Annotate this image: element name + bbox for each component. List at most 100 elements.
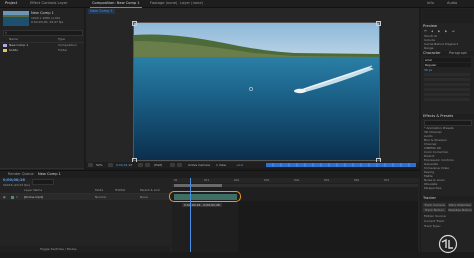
project-item-name: Solids	[9, 48, 18, 52]
font-family-select[interactable]: Arial	[424, 58, 471, 62]
column-type[interactable]: Type	[58, 37, 65, 41]
time-ruler[interactable]: 0s 01s 02s 03s 04s 05s 06s 07s	[172, 178, 418, 183]
project-panel: New Comp 1 1920 x 1080 (1.00) 0;00;20;00…	[0, 8, 84, 175]
time-graph: 0s 01s 02s 03s 04s 05s 06s 07s 0;00;00;1…	[169, 178, 418, 252]
transparency-grid-icon[interactable]	[177, 163, 182, 167]
tab-composition[interactable]: Composition: New Comp 1	[90, 1, 142, 8]
font-size-value[interactable]: 36 px	[424, 68, 432, 72]
tab-project[interactable]: Project	[3, 1, 19, 7]
playback-controls: ⏮ ◀ ▶ ▶ ⏭	[424, 29, 472, 33]
fit-icon[interactable]	[108, 163, 113, 167]
ruler-tick: 06s	[354, 178, 360, 182]
snapshot-icon[interactable]	[138, 163, 143, 167]
visibility-icon[interactable]: ◉	[3, 195, 6, 199]
motion-source-label: Motion Source:	[424, 214, 447, 218]
column-trkmat[interactable]: TrkMat	[115, 188, 125, 192]
track-camera-button[interactable]: Track Camera	[423, 203, 446, 207]
always-preview-icon[interactable]	[88, 163, 93, 167]
region-of-interest-icon[interactable]	[170, 163, 175, 167]
timeline-panel: 0;00;00;16 00016 (29.97 fps) Layer Name …	[0, 178, 420, 252]
top-tab-strip: Project Effect Controls Layer Compositio…	[0, 0, 474, 8]
paragraph-title[interactable]: Paragraph	[449, 51, 467, 56]
ruler-tick: 05s	[324, 178, 330, 182]
layer-label-color[interactable]	[11, 196, 14, 199]
font-style-select[interactable]: Regular	[424, 63, 471, 67]
toggle-switches-modes[interactable]: Toggle Switches / Modes	[40, 247, 77, 251]
column-name[interactable]: Name	[9, 37, 18, 41]
viewer-toolbar: 50% 0;00;01;28 (Half) Active Camera 1 Vi…	[86, 162, 419, 168]
current-track-label: Current Track:	[424, 219, 446, 223]
project-item-type: Folder	[58, 48, 68, 52]
effects-header: Effects & Presets	[421, 114, 474, 119]
tab-effect-controls[interactable]: Effect Controls Layer	[28, 1, 70, 7]
tab-footage[interactable]: Footage (none)	[148, 1, 179, 7]
project-thumbnail	[3, 11, 29, 26]
play-icon[interactable]: ▶	[438, 29, 440, 33]
ruler-tick: 03s	[264, 178, 270, 182]
last-frame-icon[interactable]: ⏭	[452, 29, 455, 33]
character-properties	[424, 73, 470, 113]
first-frame-icon[interactable]: ⏮	[424, 29, 427, 33]
project-item-type: Composition	[58, 43, 77, 47]
layer-number: 1	[16, 195, 18, 199]
character-header: Character Paragraph	[421, 51, 474, 56]
watermark-logo	[435, 234, 461, 254]
current-time-indicator[interactable]	[190, 178, 191, 252]
tab-info[interactable]: Info	[425, 1, 436, 7]
column-layer-name[interactable]: Layer Name	[24, 188, 42, 192]
warp-stabilizer-button[interactable]: Warp Stabilizer	[448, 203, 472, 207]
viewer-breadcrumb[interactable]: New Comp 1	[88, 9, 115, 14]
ruler-tick: 04s	[294, 178, 300, 182]
ruler-tick: 07s	[384, 178, 390, 182]
transform-handle[interactable]	[132, 21, 137, 26]
ruler-tick: 01s	[204, 178, 210, 182]
info-panel	[422, 9, 473, 23]
stabilize-motion-button[interactable]: Stabilize Motion	[448, 208, 472, 212]
empty-track-area	[238, 201, 418, 252]
render-progress-bar	[266, 163, 416, 167]
track-type-label: Track Type:	[424, 224, 441, 228]
search-icon: ⚲	[5, 31, 8, 35]
effects-item[interactable]: Perspective	[424, 186, 472, 190]
camera-select[interactable]: Active Camera	[188, 163, 210, 167]
tab-audio[interactable]: Audio	[445, 1, 459, 7]
project-search-input[interactable]: ⚲	[3, 30, 83, 36]
folder-icon	[3, 49, 7, 52]
exposure-value[interactable]: +0.0	[236, 163, 243, 167]
previous-frame-icon[interactable]: ◀	[431, 29, 433, 33]
video-frame[interactable]	[133, 22, 380, 161]
tracker-title[interactable]: Tracker	[423, 196, 436, 201]
right-panel: Preview ⏮ ◀ ▶ ▶ ⏭ Shortcut Include Cache…	[421, 8, 474, 254]
composition-icon	[3, 44, 7, 47]
zoom-select[interactable]: 50%	[96, 163, 103, 167]
transform-handle[interactable]	[376, 21, 381, 26]
layer-mode-select[interactable]: Normal	[95, 195, 106, 199]
project-item-name: New Comp 1	[9, 43, 29, 47]
show-channel-icon[interactable]	[145, 163, 150, 167]
work-area-readout: 0;00;00;16 - 0;00;01;28	[182, 203, 222, 207]
layer-parent-select[interactable]: None	[140, 195, 148, 199]
next-frame-icon[interactable]: ▶	[445, 29, 447, 33]
track-motion-button[interactable]: Track Motion	[423, 208, 446, 212]
timeline-layer-row[interactable]: ◉ 1 [Drone.mp4] Normal None	[0, 194, 170, 200]
work-area-bar[interactable]	[174, 184, 222, 187]
column-parent[interactable]: Parent & Link	[140, 188, 160, 192]
composition-viewer: New Comp 1	[86, 8, 419, 168]
tab-layer[interactable]: Layer (none)	[178, 1, 205, 7]
tracker-header: Tracker	[421, 196, 474, 201]
preview-range-label: Range	[424, 46, 434, 50]
timeline-footer: Toggle Switches / Modes	[0, 246, 170, 252]
effects-title[interactable]: Effects & Presets	[423, 114, 453, 119]
views-select[interactable]: 1 View	[216, 163, 226, 167]
resolution-select[interactable]: (Half)	[154, 163, 162, 167]
character-title[interactable]: Character	[423, 51, 441, 56]
timeline-search-input[interactable]	[32, 179, 54, 185]
ruler-tick: 02s	[234, 178, 240, 182]
project-item[interactable]: Solids Folder	[0, 48, 84, 53]
ruler-tick: 0s	[174, 178, 178, 182]
viewer-timecode[interactable]: 0;00;01;28	[116, 163, 132, 167]
column-mode[interactable]: Mode	[95, 188, 103, 192]
project-thumb-meta-2: 0;00;20;00, 29.97 fps	[31, 20, 64, 24]
layer-name[interactable]: [Drone.mp4]	[24, 195, 43, 199]
work-area-track	[172, 184, 418, 187]
